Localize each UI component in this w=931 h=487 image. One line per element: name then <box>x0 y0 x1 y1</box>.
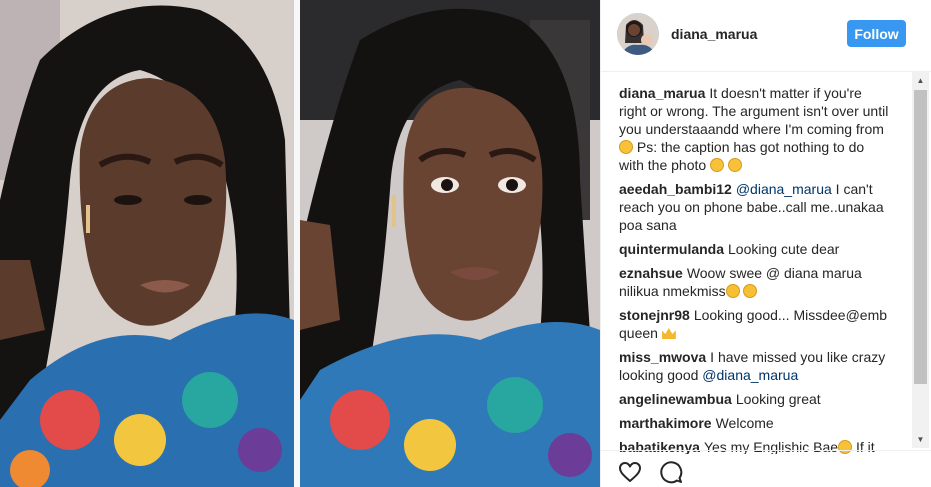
post-header: diana_marua Follow <box>601 0 931 72</box>
selfie-right-image <box>300 0 600 487</box>
tongue-emoji-icon <box>727 158 742 172</box>
comment-username[interactable]: stonejnr98 <box>619 307 690 323</box>
comments-list[interactable]: diana_marua It doesn't matter if you're r… <box>601 84 911 454</box>
scroll-down-arrow-icon[interactable]: ▼ <box>912 431 929 448</box>
comments-scrollbar[interactable]: ▲ ▼ <box>912 72 929 448</box>
crown-emoji-icon <box>661 328 676 339</box>
comment-username[interactable]: diana_marua <box>619 85 705 101</box>
username[interactable]: diana_marua <box>671 26 757 42</box>
comment-item: quintermulanda Looking cute dear <box>619 240 889 258</box>
comment-username[interactable]: marthakimore <box>619 415 712 431</box>
comment-username[interactable]: eznahsue <box>619 265 683 281</box>
comment-username[interactable]: aeedah_bambi12 <box>619 181 732 197</box>
grin-emoji-icon <box>710 158 725 172</box>
selfie-left-image <box>0 0 294 487</box>
comment-text: Welcome <box>715 415 774 431</box>
action-bar <box>601 450 931 487</box>
comment-item: aeedah_bambi12 @diana_marua I can't reach… <box>619 180 889 234</box>
comment-text-continued: Ps: the caption has got nothing to do wi… <box>619 139 865 173</box>
post-photo[interactable] <box>0 0 600 487</box>
comment-item: eznahsue Woow swee @ diana marua nilikua … <box>619 264 889 300</box>
caption-comment: diana_marua It doesn't matter if you're r… <box>619 84 889 174</box>
avatar[interactable] <box>617 13 659 55</box>
comment-text: Looking great <box>735 391 821 407</box>
comment-icon[interactable] <box>659 460 683 484</box>
comment-mention[interactable]: @diana_marua <box>702 367 798 383</box>
smile-emoji-icon <box>619 140 633 154</box>
kiss-emoji-icon <box>725 284 740 298</box>
post-side-panel: diana_marua Follow diana_marua It doesn't… <box>600 0 931 487</box>
kiss-emoji-icon <box>743 284 758 298</box>
scrollbar-thumb[interactable] <box>914 90 927 384</box>
comment-mention[interactable]: @diana_marua <box>736 181 832 197</box>
comment-text: Looking cute dear <box>728 241 840 257</box>
comment-username[interactable]: miss_mwova <box>619 349 706 365</box>
follow-button[interactable]: Follow <box>847 20 906 47</box>
scroll-up-arrow-icon[interactable]: ▲ <box>912 72 929 89</box>
comment-item: angelinewambua Looking great <box>619 390 889 408</box>
comment-item: marthakimore Welcome <box>619 414 889 432</box>
comment-username[interactable]: angelinewambua <box>619 391 732 407</box>
comment-item: miss_mwova I have missed you like crazy l… <box>619 348 889 384</box>
heart-icon[interactable] <box>618 460 642 484</box>
comment-item: stonejnr98 Looking good... Missdee@emb qu… <box>619 306 889 342</box>
comment-username[interactable]: quintermulanda <box>619 241 724 257</box>
